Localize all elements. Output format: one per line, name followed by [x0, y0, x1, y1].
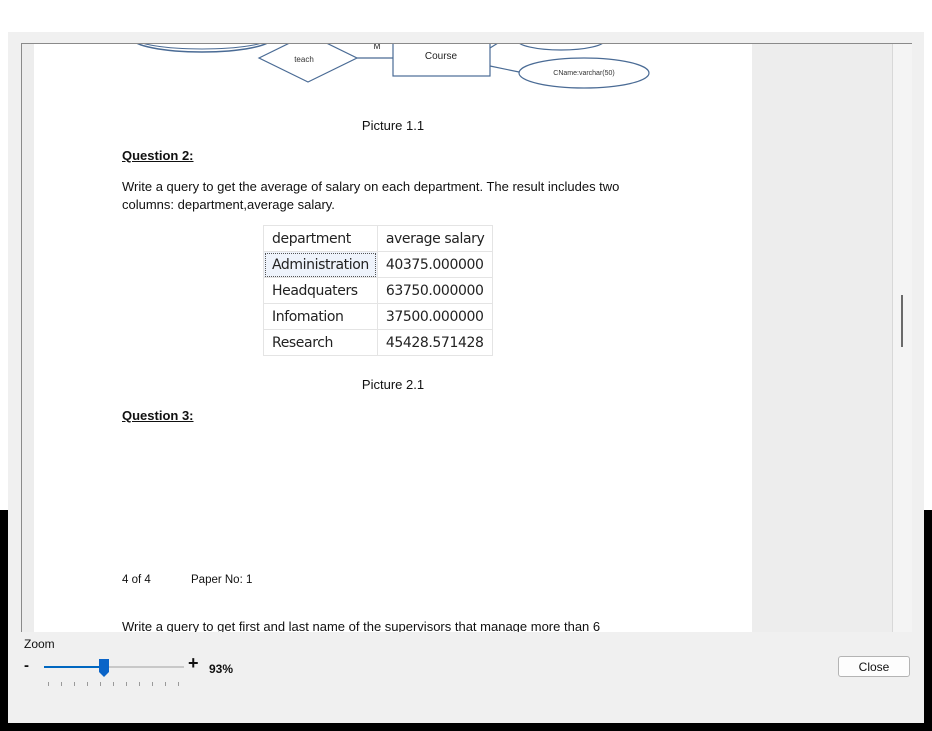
attribute-label: CName:varchar(50) [553, 70, 614, 77]
question-text-line: Write a query to get the average of sala… [122, 179, 620, 194]
table-cell: 37500.000000 [376, 303, 494, 330]
vertical-scrollbar-thumb[interactable] [901, 295, 903, 347]
result-table: department average salary Administration… [263, 225, 494, 356]
column-header: average salary [376, 225, 494, 252]
table-row: Research 45428.571428 [263, 329, 494, 356]
table-row: Infomation 37500.000000 [263, 303, 494, 330]
question-heading: Question 3: [122, 408, 194, 423]
table-cell: Headquaters [263, 277, 378, 304]
attribute-ellipse-top-right [519, 44, 603, 51]
zoom-out-button[interactable]: - [24, 657, 29, 674]
cardinality-label: M [373, 44, 381, 51]
question-heading: Question 2: [122, 148, 194, 163]
entity-label: Course [425, 51, 458, 62]
relationship-label: teach [294, 55, 314, 64]
er-diagram: teach M Course CName:varchar(50) [136, 44, 650, 89]
document-page: teach M Course CName:varchar(50) Picture… [34, 44, 752, 632]
course-attr-link-2 [489, 65, 520, 73]
print-preview-dialog: teach M Course CName:varchar(50) Picture… [8, 32, 924, 723]
table-cell: 40375.000000 [376, 251, 494, 278]
close-button[interactable]: Close [838, 656, 910, 677]
table-cell: Administration [263, 251, 378, 278]
course-attr-link-1 [489, 44, 498, 49]
document-viewer[interactable]: teach M Course CName:varchar(50) Picture… [21, 43, 912, 632]
table-cell: Research [263, 329, 378, 356]
table-header-row: department average salary [263, 225, 494, 252]
table-row: Administration 40375.000000 [263, 251, 494, 278]
zoom-slider-fill [44, 666, 106, 668]
page-counter: 4 of 4 [122, 574, 151, 586]
paper-number: Paper No: 1 [191, 574, 253, 586]
question-text-line: Write a query to get first and last name… [122, 619, 601, 632]
table-cell: Infomation [263, 303, 378, 330]
picture-caption: Picture 1.1 [361, 118, 425, 133]
table-row: Headquaters 63750.000000 [263, 277, 494, 304]
table-cell: 63750.000000 [376, 277, 494, 304]
zoom-label: Zoom [24, 637, 55, 651]
column-header: department [263, 225, 378, 252]
zoom-in-button[interactable]: + [188, 653, 199, 674]
question-text-line: columns: department,average salary. [122, 197, 335, 212]
zoom-slider-thumb[interactable] [99, 659, 109, 677]
picture-caption: Picture 2.1 [361, 377, 425, 392]
zoom-percentage: 93% [209, 662, 234, 676]
zoom-slider-ticks [48, 682, 188, 686]
table-cell: 45428.571428 [376, 329, 494, 356]
